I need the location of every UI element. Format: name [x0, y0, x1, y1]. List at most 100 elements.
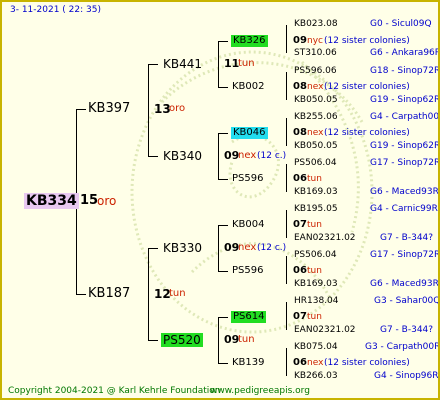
gen4-region: G3 - Carpath00R	[365, 342, 440, 352]
gen3-number: 08	[293, 127, 307, 138]
gen4-queen-code[interactable]: KB255.06	[294, 113, 338, 122]
connector	[286, 72, 287, 100]
gen3-suffix: tun	[307, 312, 322, 322]
gen3-queen-code[interactable]: PS596	[232, 266, 263, 276]
connector	[218, 363, 228, 364]
gen3-suffix: nex	[307, 358, 324, 368]
gen2-suffix: nex	[238, 242, 257, 253]
gen3-queen-code[interactable]: KB004	[232, 220, 265, 230]
root-suffix: oro	[97, 194, 117, 208]
connector	[148, 340, 158, 341]
gen2-queen-code[interactable]: KB340	[163, 150, 202, 162]
gen3-number: 09	[293, 35, 307, 46]
gen4-queen-code[interactable]: KB050.05	[294, 96, 338, 105]
gen4-region: G6 - Maced93R	[370, 187, 439, 197]
connector	[286, 25, 287, 53]
connector	[218, 317, 228, 318]
gen1-suffix: oro	[169, 103, 186, 114]
root-queen-code[interactable]: KB334	[24, 193, 79, 209]
footer-site-link[interactable]: www.pedigreeapis.org	[210, 387, 310, 396]
gen4-queen-code[interactable]: ST310.06	[294, 49, 337, 58]
gen4-queen-code[interactable]: PS596.06	[294, 67, 337, 76]
gen3-suffix: nex	[307, 82, 324, 92]
gen3-number: 08	[293, 81, 307, 92]
gen4-queen-code[interactable]: KB050.05	[294, 142, 338, 151]
connector	[148, 248, 149, 340]
connector	[218, 179, 228, 180]
gen3-suffix: tun	[307, 266, 322, 276]
connector	[218, 133, 219, 179]
gen4-queen-code[interactable]: EAN02321.02	[294, 234, 356, 243]
gen3-suffix: tun	[307, 174, 322, 184]
gen1-queen-code[interactable]: KB397	[88, 102, 130, 115]
gen4-queen-code[interactable]: KB195.05	[294, 205, 338, 214]
gen4-queen-code[interactable]: PS506.04	[294, 251, 337, 260]
gen4-region: G17 - Sinop72R	[370, 158, 440, 168]
connector	[286, 302, 287, 330]
gen3-suffix: tun	[307, 220, 322, 230]
gen2-suffix: tun	[238, 334, 255, 345]
gen3-queen-code[interactable]: KB139	[232, 358, 265, 368]
gen3-suffix: nyc	[307, 36, 323, 46]
connector	[286, 256, 287, 284]
connector	[148, 248, 158, 249]
gen2-queen-code[interactable]: KB441	[163, 58, 202, 70]
connector	[218, 133, 228, 134]
gen4-region: G7 - B-344?	[380, 325, 434, 335]
gen4-queen-code[interactable]: KB266.03	[294, 372, 338, 381]
gen3-number: 06	[293, 357, 307, 368]
connector	[76, 294, 86, 295]
gen4-queen-code[interactable]: KB075.04	[294, 343, 338, 352]
gen4-region: G4 - Carnic99R	[370, 204, 438, 214]
root-number: 15	[80, 193, 99, 208]
gen3-number: 06	[293, 265, 307, 276]
gen2-queen-code-highlighted[interactable]: PS520	[161, 333, 203, 347]
connector	[218, 41, 228, 42]
gen3-queen-code-highlighted[interactable]: KB326	[231, 35, 268, 47]
gen4-region: G18 - Sinop72R	[370, 66, 440, 76]
gen4-region: G6 - Maced93R	[370, 279, 439, 289]
connector	[148, 64, 158, 65]
watermark-bee-drawing	[130, 50, 374, 334]
gen3-queen-code[interactable]: KB002	[232, 82, 265, 92]
gen3-sister-colonies: (12 sister colonies)	[324, 36, 410, 46]
connector	[218, 41, 219, 87]
gen4-region: G4 - Sinop96R	[374, 371, 439, 381]
gen3-queen-code[interactable]: PS596	[232, 174, 263, 184]
gen3-suffix: nex	[307, 128, 324, 138]
gen4-region: G0 - Sicul09Q	[370, 19, 432, 29]
connector	[76, 109, 86, 110]
gen3-number: 07	[293, 219, 307, 230]
gen2-queen-code[interactable]: KB330	[163, 242, 202, 254]
gen3-queen-code-highlighted[interactable]: KB046	[231, 127, 268, 139]
gen4-queen-code[interactable]: PS506.04	[294, 159, 337, 168]
pedigree-frame: 3- 11-2021 ( 22: 35) KB334 15 oro KB397 …	[0, 0, 440, 400]
gen2-sister-count: (12 c.)	[257, 243, 287, 253]
gen1-queen-code[interactable]: KB187	[88, 287, 130, 300]
gen4-queen-code[interactable]: HR138.04	[294, 297, 339, 306]
gen4-region: G17 - Sinop72R	[370, 250, 440, 260]
connector	[148, 64, 149, 156]
gen4-queen-code[interactable]: KB169.03	[294, 280, 338, 289]
gen3-sister-colonies: (12 sister colonies)	[324, 128, 410, 138]
connector	[218, 87, 228, 88]
connector	[286, 348, 287, 376]
gen4-region: G19 - Sinop62R	[370, 95, 440, 105]
gen3-sister-colonies: (12 sister colonies)	[324, 358, 410, 368]
connector	[218, 225, 219, 271]
gen3-sister-colonies: (12 sister colonies)	[324, 82, 410, 92]
gen4-region: G6 - Ankara96R	[370, 48, 440, 58]
gen4-queen-code[interactable]: KB169.03	[294, 188, 338, 197]
gen3-number: 07	[293, 311, 307, 322]
gen4-queen-code[interactable]: EAN02321.02	[294, 326, 356, 335]
gen4-region: G4 - Carpath00R	[370, 112, 440, 122]
connector	[286, 118, 287, 146]
gen3-number: 06	[293, 173, 307, 184]
gen2-sister-count: (12 c.)	[257, 151, 287, 161]
footer-copyright: Copyright 2004-2021 @ Karl Kehrle Founda…	[8, 386, 221, 396]
gen4-queen-code[interactable]: KB023.08	[294, 20, 338, 29]
gen2-suffix: tun	[238, 58, 255, 69]
connector	[218, 225, 228, 226]
gen3-queen-code-highlighted[interactable]: PS614	[231, 311, 267, 323]
connector	[286, 164, 287, 192]
